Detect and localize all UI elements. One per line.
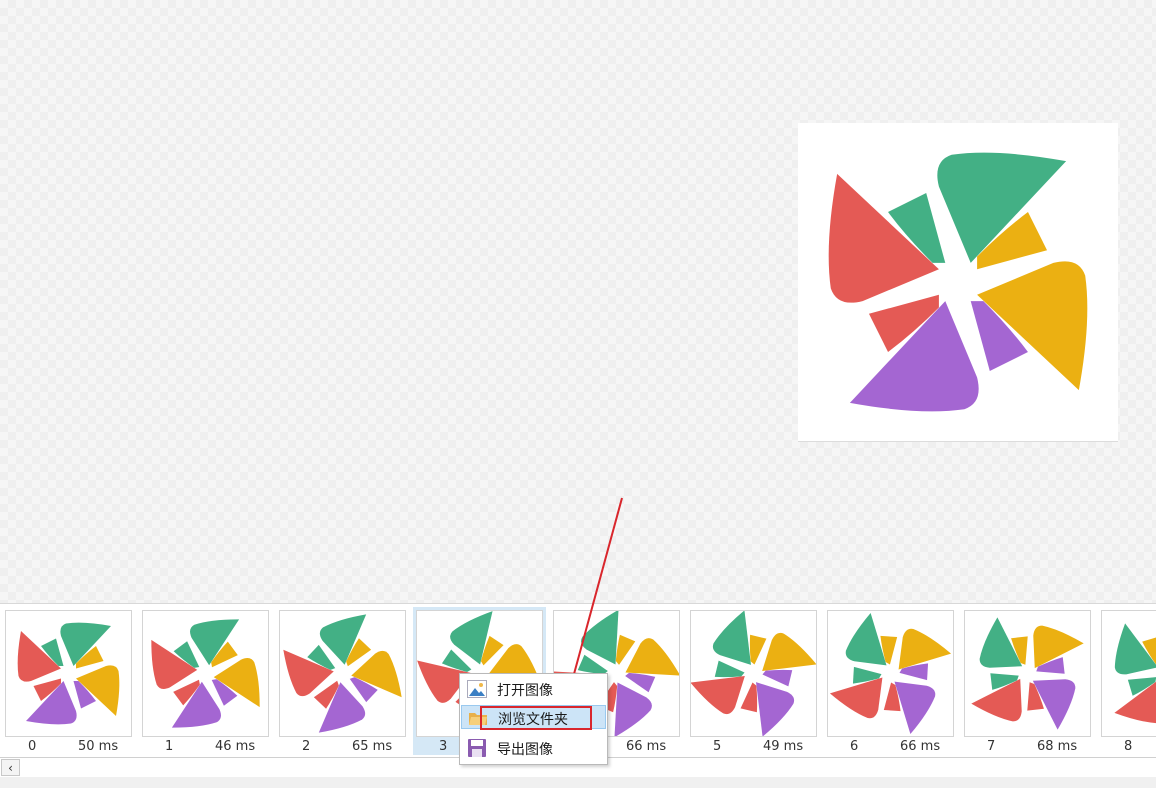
frame-index-label: 7: [987, 739, 996, 754]
folder-icon: [469, 713, 487, 725]
menu-label-export-image: 导出图像: [497, 742, 553, 758]
frame-index-label: 0: [28, 739, 37, 754]
frame-index-label: 1: [165, 739, 174, 754]
image-icon: [467, 680, 487, 698]
frame-index-label: 8: [1124, 739, 1133, 754]
frame-duration-label: 49 ms: [763, 739, 804, 754]
pinwheel-thumbnail: [829, 612, 952, 735]
frame-duration-label: 68 ms: [1037, 739, 1078, 754]
pinwheel-hub: [883, 666, 898, 681]
frame-duration-label: 65 ms: [352, 739, 393, 754]
pinwheel-hub: [198, 666, 213, 681]
pinwheel-thumbnail: [283, 614, 402, 733]
frame-thumbnail[interactable]: [827, 610, 954, 737]
menu-item-open-image[interactable]: 打开图像: [461, 677, 606, 701]
pinwheel-hub: [938, 262, 978, 302]
pinwheel-hub: [609, 666, 624, 681]
pinwheel-thumbnail: [691, 611, 816, 736]
frame-thumbnail[interactable]: [964, 610, 1091, 737]
frame-duration-label: 46 ms: [215, 739, 256, 754]
preview-image: [798, 123, 1118, 442]
frame-thumbnail[interactable]: [1101, 610, 1156, 737]
pinwheel-hub: [1020, 666, 1035, 681]
save-icon: [468, 739, 486, 757]
frame-context-menu: 打开图像 浏览文件夹 导出图像: [459, 673, 608, 765]
pinwheel-thumbnail: [17, 622, 120, 725]
preview-canvas: [0, 0, 1156, 603]
frame-duration-label: 66 ms: [626, 739, 667, 754]
frame-thumbnail[interactable]: [279, 610, 406, 737]
pinwheel-hub: [61, 666, 76, 681]
pinwheel-hub: [746, 666, 761, 681]
yellow-blade: [880, 628, 952, 670]
menu-label-open-image: 打开图像: [497, 683, 553, 699]
frame-item[interactable]: 1 46 ms: [139, 607, 272, 755]
frame-item[interactable]: 8: [1098, 607, 1156, 755]
menu-label-browse-folder: 浏览文件夹: [498, 712, 568, 728]
green-blade: [845, 612, 887, 684]
menu-item-browse-folder[interactable]: 浏览文件夹: [461, 705, 606, 729]
frame-thumbnail[interactable]: [690, 610, 817, 737]
frame-item[interactable]: 7 68 ms: [961, 607, 1094, 755]
frame-index-label: 2: [302, 739, 311, 754]
image-viewer-app: 0 50 ms 1 46 ms 2 65 ms 3 66 ms 5 49 ms 6 66 ms 7 68 …: [0, 0, 1156, 788]
frame-item[interactable]: 6 66 ms: [824, 607, 957, 755]
frame-duration-label: 66 ms: [900, 739, 941, 754]
pinwheel-hub: [335, 666, 350, 681]
pinwheel-image: [828, 152, 1088, 412]
frame-index-label: 3: [439, 739, 448, 754]
pinwheel-thumbnail: [971, 617, 1084, 730]
frame-thumbnail[interactable]: [5, 610, 132, 737]
pinwheel-thumbnail: [1114, 623, 1156, 724]
red-blade: [829, 677, 901, 719]
pinwheel-thumbnail: [151, 619, 260, 728]
status-bar: [0, 777, 1156, 788]
frame-item[interactable]: 5 49 ms: [687, 607, 820, 755]
menu-item-export-image[interactable]: 导出图像: [461, 736, 606, 760]
scroll-left-button[interactable]: ‹: [1, 759, 20, 776]
frame-item[interactable]: 0 50 ms: [2, 607, 135, 755]
purple-blade: [894, 663, 936, 735]
frame-thumbnail[interactable]: [142, 610, 269, 737]
frame-index-label: 6: [850, 739, 859, 754]
frame-index-label: 5: [713, 739, 722, 754]
frame-item[interactable]: 2 65 ms: [276, 607, 409, 755]
frame-duration-label: 50 ms: [78, 739, 119, 754]
